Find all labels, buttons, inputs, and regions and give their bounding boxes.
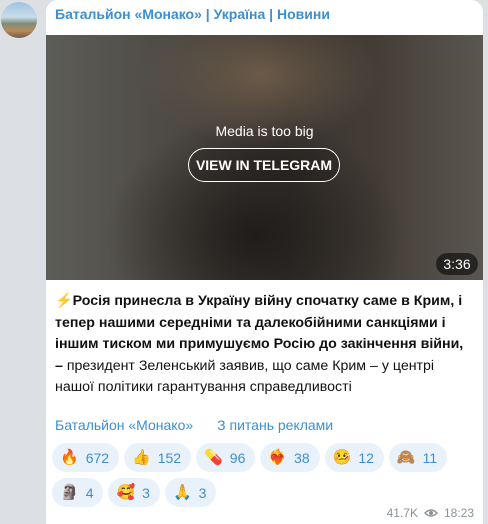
- pill-icon: 💊: [204, 449, 223, 466]
- message-time: 18:23: [443, 506, 474, 520]
- reaction-moai[interactable]: 🗿 4: [52, 478, 104, 507]
- post-text: ⚡️Росія принесла в Україну війну спочатк…: [55, 291, 475, 399]
- post-links: Батальйон «Монако» З питань реклами: [55, 417, 333, 433]
- reactions-row-1: 🔥 672 👍 152 💊 96 ❤️‍🔥 38 🤒 12 🙈 11: [52, 443, 482, 472]
- eye-icon: [423, 509, 438, 517]
- reaction-count: 672: [85, 449, 110, 466]
- reaction-fire[interactable]: 🔥 672: [52, 443, 120, 472]
- ads-link[interactable]: З питань реклами: [217, 417, 333, 433]
- reaction-count: 96: [229, 449, 246, 466]
- reaction-pill[interactable]: 💊 96: [196, 443, 256, 472]
- moai-icon: 🗿: [60, 484, 79, 501]
- reaction-sick-face[interactable]: 🤒 12: [324, 443, 384, 472]
- reactions-row-2: 🗿 4 🥰 3 🙏 3: [52, 478, 482, 507]
- view-count: 41.7K: [386, 506, 418, 520]
- reaction-pray[interactable]: 🙏 3: [164, 478, 217, 507]
- thumbs-up-icon: 👍: [132, 449, 151, 466]
- media-too-big-note: Media is too big: [215, 123, 314, 139]
- channel-avatar[interactable]: [1, 2, 37, 38]
- reaction-count: 4: [85, 484, 94, 501]
- folded-hands-icon: 🙏: [172, 484, 192, 501]
- channel-link[interactable]: Батальйон «Монако»: [55, 417, 193, 433]
- reaction-heart-on-fire[interactable]: ❤️‍🔥 38: [260, 443, 320, 472]
- reaction-thumbs-up[interactable]: 👍 152: [124, 443, 192, 472]
- heart-on-fire-icon: ❤️‍🔥: [268, 449, 288, 466]
- reaction-count: 3: [198, 484, 207, 501]
- lightning-icon: ⚡️: [55, 293, 73, 309]
- message-footer: 41.7K 18:23: [387, 506, 474, 520]
- video-duration-badge: 3:36: [436, 253, 478, 275]
- reactions: 🔥 672 👍 152 💊 96 ❤️‍🔥 38 🤒 12 🙈 11 🗿 4 🥰 3 🙏 3: [52, 443, 482, 513]
- sick-face-icon: 🤒: [332, 449, 352, 466]
- reaction-count: 152: [157, 449, 182, 466]
- reaction-count: 38: [294, 449, 310, 466]
- channel-name[interactable]: Батальйон «Монако» | Україна | Новини: [55, 6, 330, 22]
- reaction-see-no-evil[interactable]: 🙈 11: [388, 443, 448, 472]
- reaction-count: 12: [358, 449, 374, 466]
- smiling-face-hearts-icon: 🥰: [116, 484, 136, 501]
- see-no-evil-monkey-icon: 🙈: [396, 449, 416, 466]
- reaction-count: 3: [142, 484, 150, 501]
- reaction-count: 11: [422, 449, 438, 466]
- view-in-telegram-button[interactable]: VIEW IN TELEGRAM: [188, 148, 340, 182]
- message-bubble: Батальйон «Монако» | Україна | Новини Me…: [46, 0, 483, 524]
- post-text-regular: президент Зеленський заявив, що саме Кри…: [55, 357, 435, 396]
- fire-icon: 🔥: [60, 449, 79, 466]
- video-media[interactable]: Media is too big VIEW IN TELEGRAM 3:36: [46, 35, 483, 280]
- reaction-smiling-hearts[interactable]: 🥰 3: [108, 478, 160, 507]
